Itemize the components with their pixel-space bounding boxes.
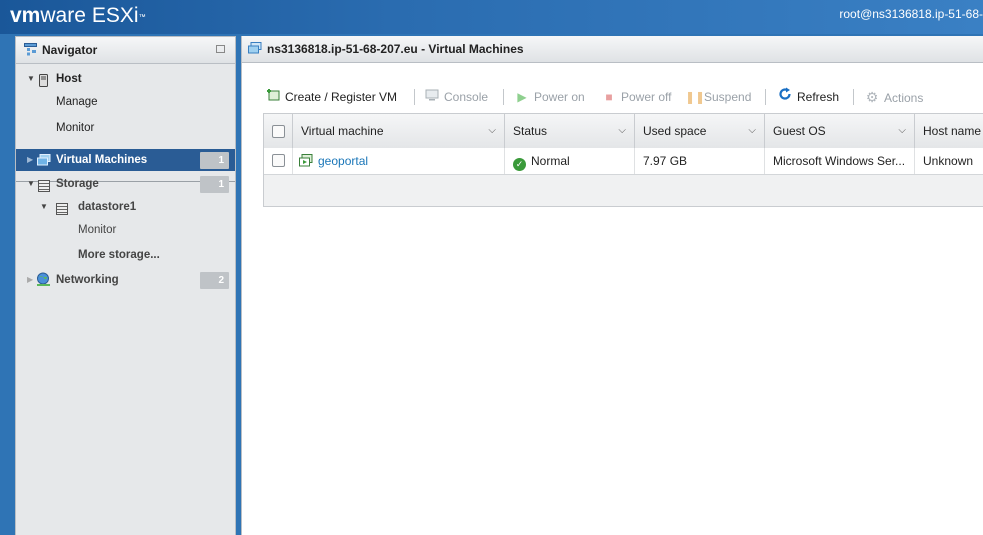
power-off-button[interactable]: ■ Power off [602,87,671,107]
expand-arrow-icon[interactable]: ▼ [27,68,35,90]
expand-arrow-icon[interactable]: ▼ [27,173,35,195]
cell-used-space: 7.97 GB [635,148,765,174]
column-status[interactable]: Status ⌵ [505,114,635,148]
storage-count-badge: 1 [200,176,229,193]
suspend-icon: ❚❚ [685,90,706,104]
nav-item-virtual-machines[interactable]: ▶ Virtual Machines 1 [16,149,235,171]
check-circle-icon: ✓ [513,158,526,171]
cell-status: ✓ Normal [505,148,635,174]
row-checkbox[interactable] [272,154,285,167]
select-all-checkbox[interactable] [272,125,285,138]
create-vm-icon [266,87,280,107]
chevron-down-icon[interactable]: ⌵ [898,114,906,148]
collapse-navigator-icon[interactable] [216,45,225,53]
vm-count-badge: 1 [200,152,229,169]
refresh-icon [778,87,792,107]
navigator-title: Navigator [42,43,98,57]
virtual-machines-icon [248,42,262,58]
expand-arrow-icon[interactable]: ▼ [40,196,48,218]
expand-arrow-icon[interactable]: ▶ [27,269,33,291]
vm-table: Virtual machine ⌵ Status ⌵ Used space ⌵ Gue… [263,113,983,207]
toolbar-separator [503,89,504,105]
nav-item-storage[interactable]: ▼ Storage 1 [16,173,235,195]
navigator-icon [24,43,37,59]
top-bar: vmware ESXi™ root@ns3136818.ip-51-68- [0,0,983,34]
cell-vm-name: geoportal [293,148,505,174]
toolbar-separator [853,89,854,105]
table-header: Virtual machine ⌵ Status ⌵ Used space ⌵ Gue… [264,114,983,149]
nav-item-datastore-monitor[interactable]: Monitor [16,219,235,241]
select-all-column [264,114,293,148]
table-row[interactable]: geoportal ✓ Normal 7.97 GB Microsoft Wind… [264,148,983,175]
row-select-cell [264,148,293,174]
gear-icon: ⚙ [865,89,879,105]
toolbar-separator [765,89,766,105]
chevron-down-icon[interactable]: ⌵ [488,114,496,148]
create-register-vm-button[interactable]: Create / Register VM [266,87,397,107]
cell-host-name: Unknown [923,154,974,168]
nav-item-manage[interactable]: Manage [16,91,235,113]
powered-on-vm-icon [299,150,313,174]
navigator-panel: Navigator ▼ Host Manage Monitor ▶ Virtua… [15,36,236,535]
nav-item-datastore1[interactable]: ▼ datastore1 [16,196,235,218]
networking-globe-icon [36,272,51,295]
column-virtual-machine[interactable]: Virtual machine ⌵ [293,114,505,148]
nav-item-host-monitor[interactable]: Monitor [16,117,235,139]
refresh-button[interactable]: Refresh [778,87,839,107]
actions-button[interactable]: ⚙ Actions [865,87,924,107]
power-on-button[interactable]: ▶ Power on [515,87,584,107]
chevron-down-icon[interactable]: ⌵ [618,114,626,148]
page-title: ns3136818.ip-51-68-207.eu - Virtual Mach… [267,42,524,56]
vm-name-link[interactable]: geoportal [318,154,368,168]
toolbar-separator [414,89,415,105]
suspend-button[interactable]: ❚❚Suspend [685,87,751,107]
column-guest-os[interactable]: Guest OS ⌵ [765,114,915,148]
user-menu[interactable]: root@ns3136818.ip-51-68- [839,7,983,21]
expand-arrow-icon[interactable]: ▶ [27,149,33,171]
cell-guest-os: Microsoft Windows Ser... [765,148,915,174]
chevron-down-icon[interactable]: ⌵ [748,114,756,148]
column-host-name[interactable]: Host name [915,114,983,148]
power-off-icon: ■ [605,90,613,104]
console-button[interactable]: Console [425,87,488,107]
column-used-space[interactable]: Used space ⌵ [635,114,765,148]
virtual-machines-icon [37,153,51,175]
nav-item-more-storage[interactable]: More storage... [16,244,235,266]
vmware-esxi-logo: vmware ESXi™ [10,4,146,27]
power-on-icon: ▶ [517,90,527,104]
console-icon [425,87,439,107]
nav-item-networking[interactable]: ▶ Networking 2 [16,269,235,291]
networking-count-badge: 2 [200,272,229,289]
nav-item-host[interactable]: ▼ Host [16,68,235,90]
main-header: ns3136818.ip-51-68-207.eu - Virtual Mach… [242,36,983,63]
main-panel: ns3136818.ip-51-68-207.eu - Virtual Mach… [241,36,983,535]
navigator-header: Navigator [16,37,235,64]
